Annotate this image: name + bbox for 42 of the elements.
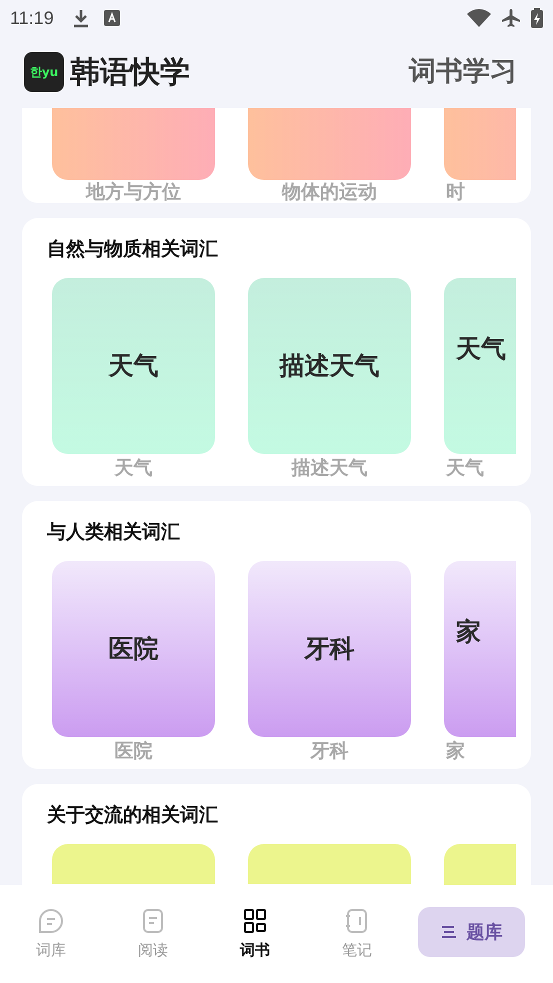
category-title: 关于交流的相关词汇 xyxy=(46,803,219,828)
category-title: 与人类相关词汇 xyxy=(46,520,181,545)
word-book-tile[interactable] xyxy=(52,108,215,180)
word-book-tile[interactable]: 家 xyxy=(444,561,516,737)
nav-tab[interactable]: 词书 xyxy=(204,907,306,962)
battery-icon xyxy=(531,8,543,28)
tile-label: 描述天气 xyxy=(280,350,380,382)
download-icon xyxy=(72,8,90,28)
grid-icon xyxy=(241,907,269,935)
question-bank-button[interactable]: 题库 xyxy=(418,907,525,957)
tile-label: 医院 xyxy=(108,633,158,666)
word-book-tile[interactable] xyxy=(248,844,411,884)
status-time: 11:19 xyxy=(10,6,54,30)
tile-caption: 家 xyxy=(445,740,465,762)
tile-caption: 地方与方位 xyxy=(86,181,181,203)
airplane-icon xyxy=(501,8,521,28)
word-book-tile[interactable]: 牙科 xyxy=(248,561,411,737)
app-logo: 한yu xyxy=(24,52,64,92)
tile-caption: 牙科 xyxy=(310,740,348,762)
category-title: 自然与物质相关词汇 xyxy=(46,237,219,262)
tile-label: 天气 xyxy=(456,333,506,365)
word-book-tile[interactable]: 医院 xyxy=(52,561,215,737)
keyboard-icon xyxy=(104,10,120,26)
chat-icon xyxy=(37,907,65,935)
tile-label: 牙科 xyxy=(304,633,354,666)
word-book-tile[interactable]: 天气 xyxy=(52,278,215,454)
wifi-icon xyxy=(467,9,491,27)
word-book-tile[interactable] xyxy=(52,844,215,884)
tile-caption: 时 xyxy=(445,181,465,203)
app-name: 韩语快学 xyxy=(70,54,190,92)
tile-caption: 医院 xyxy=(114,740,152,762)
tile-label: 家 xyxy=(456,616,481,648)
tile-caption: 天气 xyxy=(444,457,484,479)
page-title: 词书学习 xyxy=(409,54,517,89)
word-book-tile[interactable] xyxy=(248,108,411,180)
word-book-tile[interactable]: 天气 xyxy=(444,278,516,454)
word-book-tile[interactable]: 描述天气 xyxy=(248,278,411,454)
tile-caption: 描述天气 xyxy=(292,457,368,479)
menu-icon xyxy=(440,925,456,939)
tile-caption: 天气 xyxy=(114,457,152,479)
tile-caption: 物体的运动 xyxy=(282,181,377,203)
tile-label: 天气 xyxy=(108,350,158,382)
